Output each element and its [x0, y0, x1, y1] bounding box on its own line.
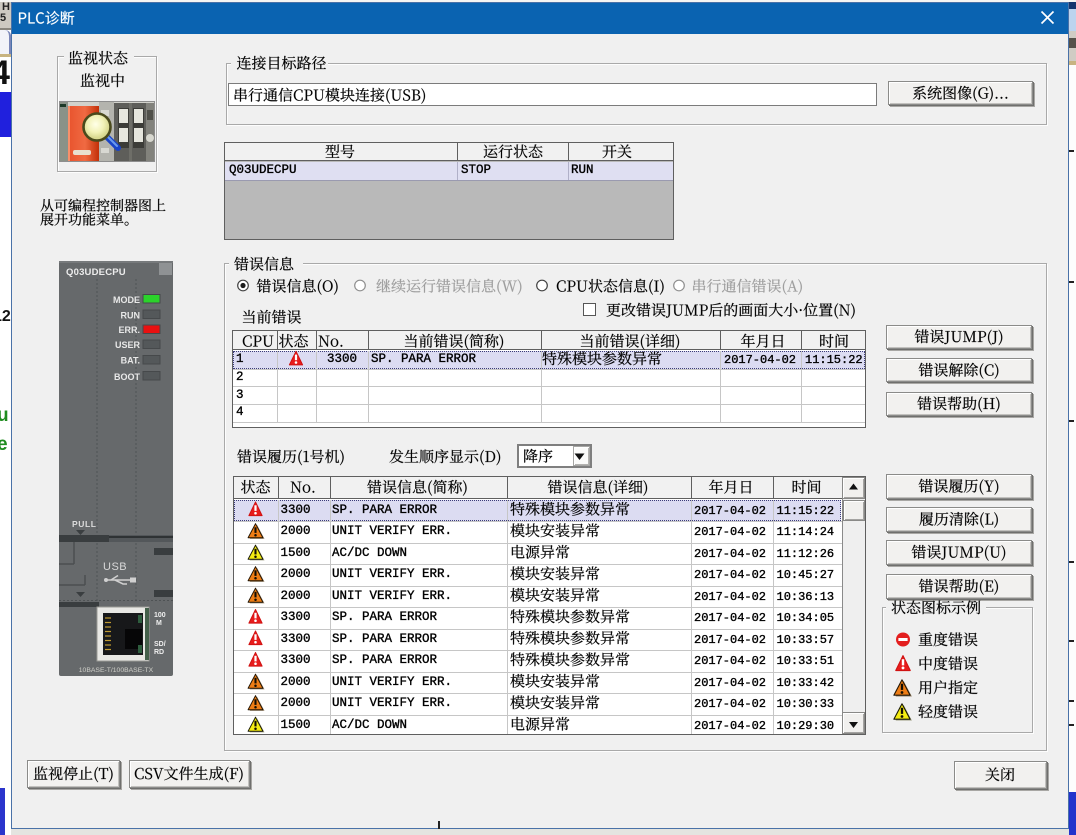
svg-text:USB: USB [103, 561, 127, 573]
svg-text:PULL: PULL [72, 519, 97, 529]
svg-text:RD: RD [154, 649, 164, 656]
svg-text:100: 100 [154, 612, 166, 619]
svg-text:BAT.: BAT. [121, 356, 140, 366]
svg-text:BOOT: BOOT [114, 372, 141, 382]
svg-text:SD/: SD/ [154, 641, 166, 648]
svg-text:10BASE-T/100BASE-TX: 10BASE-T/100BASE-TX [79, 667, 154, 674]
svg-text:Q03UDECPU: Q03UDECPU [66, 267, 126, 278]
svg-text:MODE: MODE [113, 295, 140, 305]
svg-text:RUN: RUN [121, 311, 141, 321]
svg-text:USER: USER [115, 340, 141, 350]
svg-text:ERR.: ERR. [118, 325, 140, 335]
svg-text:M: M [156, 620, 162, 627]
